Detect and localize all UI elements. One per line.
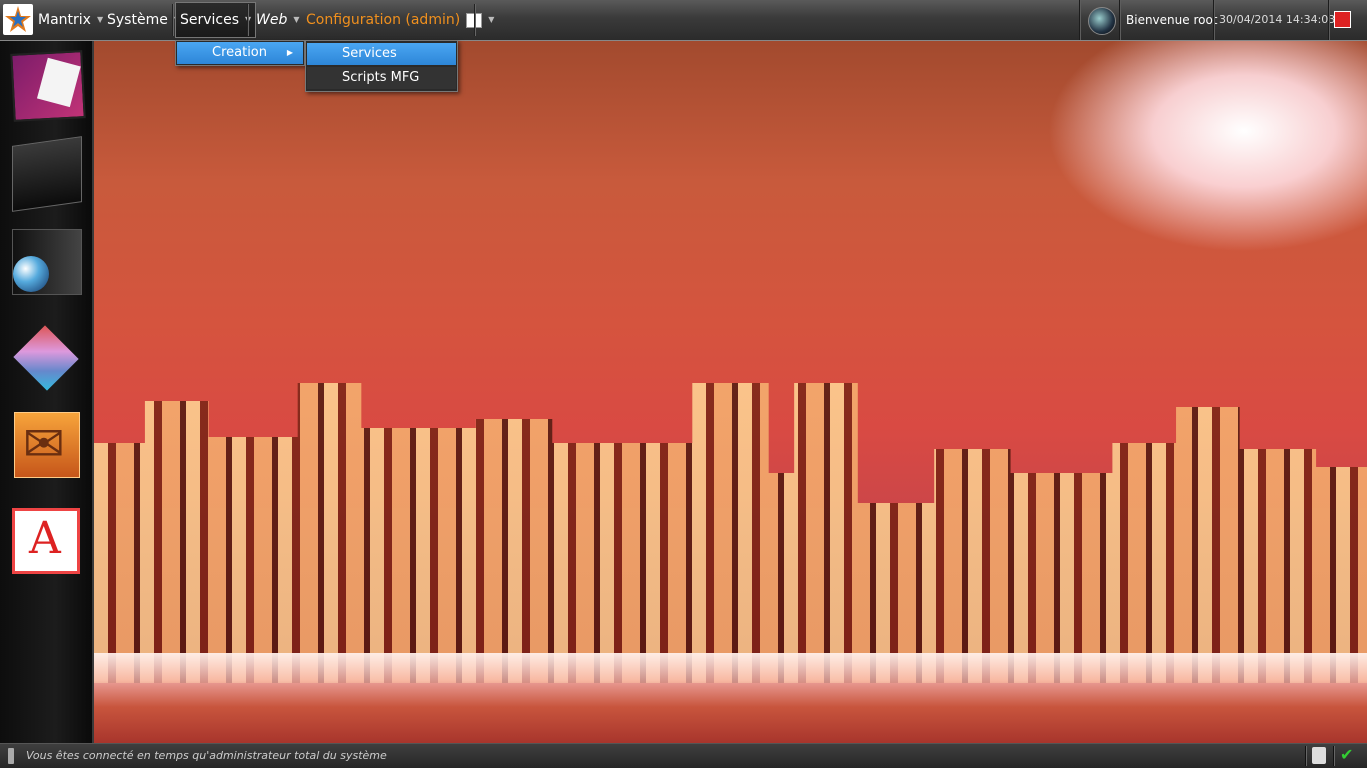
menu-configuration[interactable]: Configuration (admin) ▼ <box>306 0 494 40</box>
menu-item-label: Scripts MFG <box>342 70 420 85</box>
chevron-down-icon: ▼ <box>293 15 300 24</box>
menu-mantrix[interactable]: Mantrix ▼ <box>38 0 103 40</box>
menu-web[interactable]: Web ▼ <box>256 0 300 40</box>
chevron-down-icon: ▼ <box>96 15 104 24</box>
wallpaper-splash <box>94 653 1367 743</box>
menu-divider <box>172 4 174 36</box>
photos-icon[interactable] <box>10 50 86 122</box>
menu-item-label: Services <box>342 46 397 61</box>
menu-label: Configuration (admin) <box>306 12 461 28</box>
app-dock <box>0 41 94 743</box>
desktop-wallpaper <box>94 41 1367 743</box>
pdf-reader-icon[interactable] <box>12 508 80 574</box>
chevron-right-icon: ▶ <box>286 48 293 57</box>
menu-item-scripts-mfg[interactable]: Scripts MFG <box>307 67 456 89</box>
chevron-down-icon: ▼ <box>488 15 495 24</box>
menu-divider <box>474 4 476 36</box>
menu-bar: Mantrix▼ Système▼ Services▼ Web▼ Configu… <box>0 0 1367 41</box>
clock: 30/04/2014 14:34:03 <box>1219 13 1336 26</box>
creation-submenu: Services Scripts MFG <box>305 40 458 92</box>
welcome-text: Bienvenue root <box>1126 13 1218 27</box>
status-divider <box>1305 746 1307 766</box>
menu-label: Système <box>107 12 168 28</box>
menu-item-creation[interactable]: Creation ▶ <box>177 42 303 64</box>
status-divider <box>1333 746 1335 766</box>
terminal-icon[interactable] <box>12 136 82 212</box>
status-message: Vous êtes connecté en temps qu'administr… <box>26 749 387 762</box>
user-icon <box>8 748 14 764</box>
header-divider <box>1328 0 1330 40</box>
blocks-icon[interactable] <box>13 325 79 391</box>
services-dropdown: Creation ▶ <box>175 40 305 66</box>
menu-services[interactable]: Services▼ <box>175 2 257 38</box>
menu-label: Web <box>256 12 288 28</box>
menu-label: Services <box>180 12 240 28</box>
header-divider <box>1079 0 1081 40</box>
power-icon[interactable] <box>1334 11 1351 28</box>
app-logo-icon[interactable] <box>3 4 33 35</box>
checkmark-icon[interactable]: ✔ <box>1340 745 1353 764</box>
wallpaper-city <box>94 383 1367 683</box>
menu-item-label: Creation <box>212 45 268 60</box>
mail-icon[interactable] <box>14 412 80 478</box>
web-browser-icon[interactable] <box>12 229 82 295</box>
menu-divider <box>247 4 249 36</box>
header-divider <box>1119 0 1121 40</box>
media-player-icon[interactable] <box>1088 7 1116 35</box>
menu-item-services[interactable]: Services <box>307 43 456 65</box>
menu-label: Mantrix <box>38 12 91 28</box>
menu-systeme[interactable]: Système▼ <box>107 0 180 40</box>
status-bar: Vous êtes connecté en temps qu'administr… <box>0 743 1367 768</box>
header-divider <box>1213 0 1215 40</box>
document-icon[interactable] <box>1312 747 1326 764</box>
